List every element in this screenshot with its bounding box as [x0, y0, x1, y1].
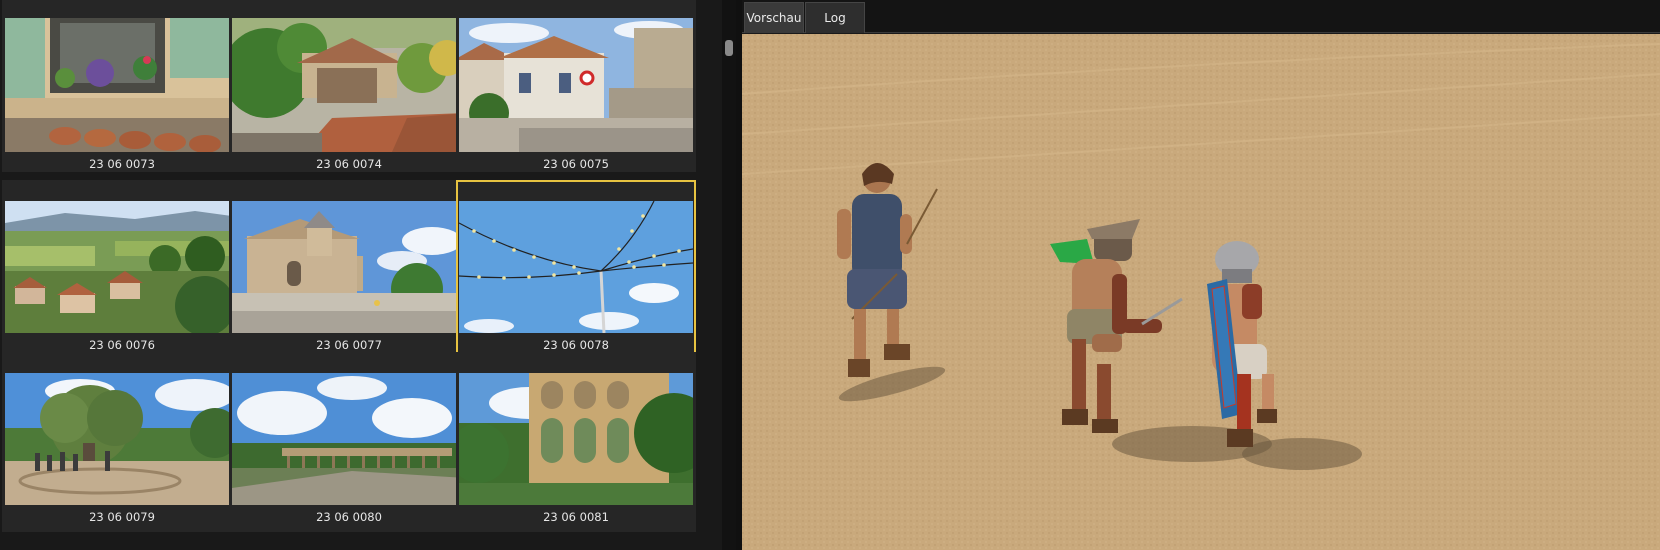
preview-panel: Vorschau Log	[742, 0, 1660, 550]
lights-sky-thumbnail[interactable]	[459, 201, 693, 333]
thumbnail-grid: 23 06 0073 23 06 0074 23 06 0075 23 06 0…	[0, 0, 720, 550]
photo-browser-app: 23 06 0073 23 06 0074 23 06 0075 23 06 0…	[0, 0, 1660, 550]
thumbnail-cell-0076[interactable]: 23 06 0076	[2, 180, 242, 360]
valley-landscape-thumbnail[interactable]	[5, 201, 239, 333]
thumbnail-scrollbar[interactable]	[722, 0, 736, 550]
thumbnail-cell-0080[interactable]: 23 06 0080	[229, 352, 469, 532]
scrollbar-thumb[interactable]	[725, 40, 733, 56]
thumbnail-cell-0079[interactable]: 23 06 0079	[2, 352, 242, 532]
tab-vorschau[interactable]: Vorschau	[744, 2, 804, 33]
olive-tree-thumbnail[interactable]	[5, 373, 239, 505]
thumbnail-cell-0078[interactable]: 23 06 0078	[456, 180, 696, 360]
thumbnail-cell-0073[interactable]: 23 06 0073	[2, 0, 242, 172]
tab-log[interactable]: Log	[805, 2, 865, 33]
thumbnail-label: 23 06 0073	[89, 157, 155, 171]
village-roofs-thumbnail[interactable]	[232, 18, 466, 152]
preview-tab-bar: Vorschau Log	[742, 0, 1660, 33]
thumbnail-label: 23 06 0079	[89, 510, 155, 524]
thumbnail-label: 23 06 0081	[543, 510, 609, 524]
village-street-thumbnail[interactable]	[459, 18, 693, 152]
aqueduct-close-thumbnail[interactable]	[459, 373, 693, 505]
thumbnail-browser: 23 06 0073 23 06 0074 23 06 0075 23 06 0…	[0, 0, 722, 550]
stone-church-thumbnail[interactable]	[232, 201, 466, 333]
thumbnail-cell-0081[interactable]: 23 06 0081	[456, 352, 696, 532]
thumbnail-cell-0075[interactable]: 23 06 0075	[456, 0, 696, 172]
thumbnail-label: 23 06 0074	[316, 157, 382, 171]
aqueduct-distance-thumbnail[interactable]	[232, 373, 466, 505]
thumbnail-cell-0074[interactable]: 23 06 0074	[229, 0, 469, 172]
gladiators-arena-preview	[742, 34, 1660, 550]
thumbnail-label: 23 06 0080	[316, 510, 382, 524]
window-flowers-thumbnail[interactable]	[5, 18, 239, 152]
thumbnail-label: 23 06 0075	[543, 157, 609, 171]
thumbnail-cell-0077[interactable]: 23 06 0077	[229, 180, 469, 360]
